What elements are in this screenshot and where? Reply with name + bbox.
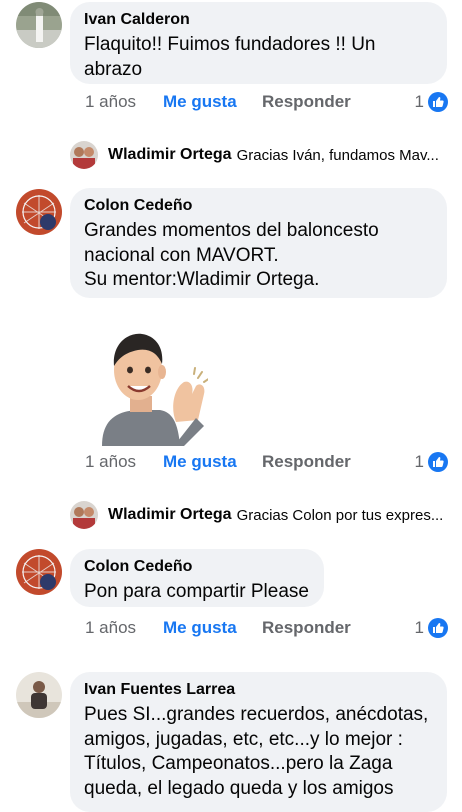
- comment-text: Pon para compartir Please: [84, 581, 309, 602]
- thumbs-up-icon: [428, 92, 448, 112]
- avatar-ivan-fuentes-larrea[interactable]: [16, 672, 62, 718]
- reply-button[interactable]: Responder: [262, 92, 351, 112]
- comment-author[interactable]: Ivan Calderon: [84, 10, 433, 30]
- reply-text: Gracias Iván, fundamos Mav...: [236, 146, 439, 164]
- comment-author[interactable]: Colon Cedeño: [84, 557, 310, 577]
- comment-text: Flaquito!! Fuimos fundadores !! Un abraz…: [84, 34, 376, 80]
- reaction-count[interactable]: 1: [415, 91, 448, 113]
- comment-time[interactable]: 1 años: [85, 618, 136, 638]
- comment-text: Pues SI...grandes recuerdos, anécdotas, …: [84, 704, 429, 799]
- reaction-count[interactable]: 1: [415, 617, 448, 639]
- comment-time[interactable]: 1 años: [85, 92, 136, 112]
- reply-button[interactable]: Responder: [262, 452, 351, 472]
- comment-bubble: Colon Cedeño Pon para compartir Please: [70, 549, 324, 607]
- thumbs-up-icon: [428, 452, 448, 472]
- reaction-number: 1: [414, 618, 424, 637]
- reaction-number: 1: [414, 92, 424, 111]
- avatar-colon-cedeno[interactable]: [16, 189, 62, 235]
- comment-author[interactable]: Ivan Fuentes Larrea: [84, 680, 433, 700]
- avatar-colon-cedeno[interactable]: [16, 549, 62, 595]
- comment-bubble: Colon Cedeño Grandes momentos del balonc…: [70, 188, 447, 298]
- reply-preview[interactable]: Wladimir Ortega Gracias Iván, fundamos M…: [70, 141, 450, 169]
- avatar-wladimir-ortega: [70, 501, 98, 529]
- like-button[interactable]: Me gusta: [163, 452, 237, 472]
- thumbs-up-icon: [428, 618, 448, 638]
- like-button[interactable]: Me gusta: [163, 618, 237, 638]
- clapping-avatar-sticker: [98, 326, 211, 446]
- comment-bubble: Ivan Fuentes Larrea Pues SI...grandes re…: [70, 672, 447, 812]
- reply-author: Wladimir Ortega: [108, 146, 232, 163]
- reply-preview[interactable]: Wladimir Ortega Gracias Colon por tus ex…: [70, 501, 450, 529]
- avatar-wladimir-ortega: [70, 141, 98, 169]
- reaction-number: 1: [414, 452, 424, 471]
- reply-button[interactable]: Responder: [262, 618, 351, 638]
- comment-time[interactable]: 1 años: [85, 452, 136, 472]
- comment-actions: 1 años Me gusta Responder: [85, 451, 351, 473]
- comment-bubble: Ivan Calderon Flaquito!! Fuimos fundador…: [70, 2, 447, 84]
- avatar-ivan-calderon[interactable]: [16, 2, 62, 48]
- comment-author[interactable]: Colon Cedeño: [84, 196, 433, 216]
- reply-author: Wladimir Ortega: [108, 506, 232, 523]
- comment-actions: 1 años Me gusta Responder: [85, 91, 351, 113]
- reply-text: Gracias Colon por tus expres...: [236, 506, 444, 524]
- reaction-count[interactable]: 1: [415, 451, 448, 473]
- comment-actions: 1 años Me gusta Responder: [85, 617, 351, 639]
- comment-text: Grandes momentos del baloncesto nacional…: [84, 220, 379, 290]
- like-button[interactable]: Me gusta: [163, 92, 237, 112]
